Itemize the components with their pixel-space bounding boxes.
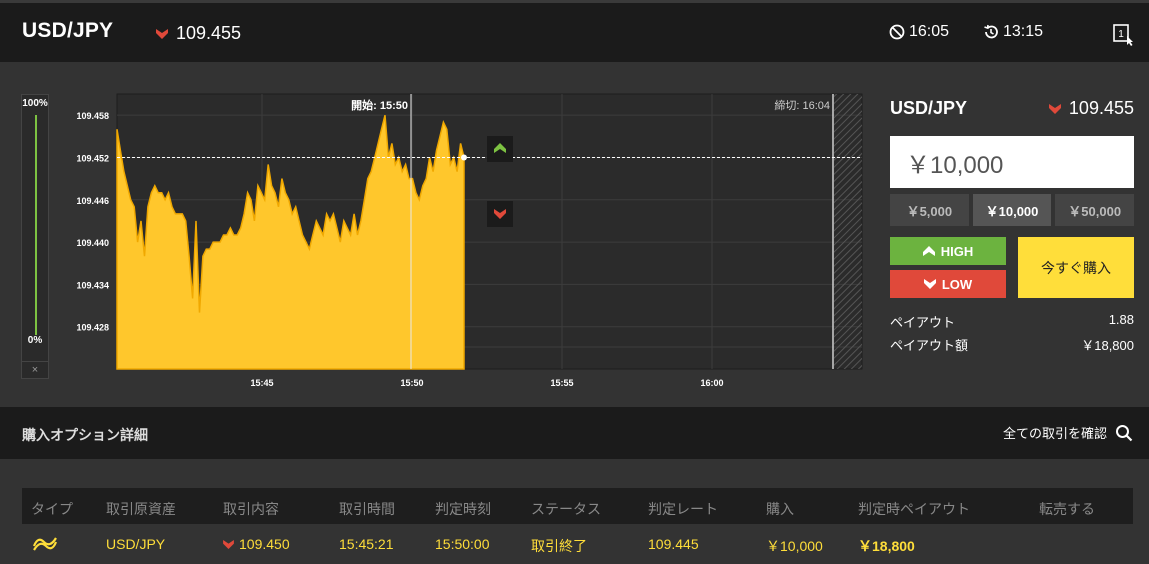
row-trade-value: 109.450 xyxy=(239,536,290,552)
y-tick-label: 109.434 xyxy=(76,280,109,290)
col-type: タイプ xyxy=(31,501,73,517)
preset-10000-button[interactable]: ￥10,000 xyxy=(972,194,1052,226)
col-trade-time: 取引時間 xyxy=(339,501,395,517)
down-triangle-icon xyxy=(223,539,234,549)
close-timer: 16:05 xyxy=(889,23,949,41)
top-bar: USD/JPY 109.455 16:05 13:15 1 xyxy=(0,0,1149,62)
level-line xyxy=(35,115,37,335)
svg-text:1: 1 xyxy=(1118,29,1124,40)
table-header: タイプ 取引原資産 取引内容 取引時間 判定時刻 ステータス 判定レート 購入 … xyxy=(22,488,1133,524)
down-triangle-icon xyxy=(1048,103,1061,114)
col-purchase: 購入 xyxy=(766,501,794,517)
preset-50000-button[interactable]: ￥50,000 xyxy=(1055,194,1135,226)
high-label: HIGH xyxy=(940,243,974,259)
trades-table: タイプ 取引原資産 取引内容 取引時間 判定時刻 ステータス 判定レート 購入 … xyxy=(0,459,1149,564)
buy-now-button[interactable]: 今すぐ購入 xyxy=(1018,237,1134,298)
y-tick-label: 109.452 xyxy=(76,153,109,163)
x-tick-label: 15:55 xyxy=(550,378,573,388)
view-all-label: 全ての取引を確認 xyxy=(1002,426,1107,441)
table-row: USD/JPY 109.450 15:45:21 15:50:00 取引終了 1… xyxy=(22,524,1133,564)
col-judge-time: 判定時刻 xyxy=(435,501,491,517)
price-chart-svg: 109.458 109.452 109.446 109.440 109.434 109.4… xyxy=(76,93,863,388)
price-chart: 109.458 109.452 109.446 109.440 109.434 109.4… xyxy=(60,92,865,392)
payout-value: 1.88 xyxy=(1108,312,1134,327)
payout-amount-label: ペイアウト額 xyxy=(890,338,969,353)
end-label: 締切: 16:04 xyxy=(774,98,830,112)
row-trade: 109.450 xyxy=(223,536,290,552)
col-judge-rate: 判定レート xyxy=(648,501,718,517)
x-tick-label: 16:00 xyxy=(700,378,723,388)
payout-label: ペイアウト xyxy=(890,315,956,330)
col-resell: 転売する xyxy=(1039,501,1095,517)
y-tick-label: 109.458 xyxy=(76,111,109,121)
order-price-value: 109.455 xyxy=(1068,98,1134,118)
search-icon xyxy=(1116,424,1133,441)
amount-presets: ￥5,000 ￥10,000 ￥50,000 xyxy=(890,194,1135,226)
view-all-trades-link[interactable]: 全ての取引を確認 xyxy=(1003,423,1133,442)
payout-amount-row: ペイアウト額 ￥18,800 xyxy=(890,335,1134,354)
details-bar: 購入オプション詳細 全ての取引を確認 xyxy=(0,407,1149,459)
one-click-icon[interactable]: 1 xyxy=(1112,23,1136,47)
row-judge-rate: 109.445 xyxy=(648,536,699,552)
y-tick-label: 109.440 xyxy=(76,238,109,248)
header-price-value: 109.455 xyxy=(176,23,242,43)
col-payout: 判定時ペイアウト xyxy=(858,501,970,517)
col-asset: 取引原資産 xyxy=(106,501,176,517)
no-entry-clock-icon xyxy=(889,24,905,40)
header-pair: USD/JPY xyxy=(22,19,114,42)
current-rate-dot xyxy=(461,154,467,161)
down-triangle-icon xyxy=(923,279,936,289)
y-tick-label: 109.428 xyxy=(76,323,109,333)
preset-5000-button[interactable]: ￥5,000 xyxy=(890,194,969,226)
row-payout: ￥18,800 xyxy=(858,538,915,554)
col-status: ステータス xyxy=(531,501,601,517)
amount-input[interactable] xyxy=(890,136,1134,188)
low-button[interactable]: LOW xyxy=(890,270,1006,298)
details-title: 購入オプション詳細 xyxy=(22,427,148,443)
y-tick-label: 109.446 xyxy=(76,196,109,206)
main-area: 100% 0% × 109.458 109.452 109.446 109.440 10… xyxy=(0,62,1149,407)
start-label: 開始: 15:50 xyxy=(351,98,408,112)
level-close-button[interactable]: × xyxy=(22,361,48,376)
history-clock-icon xyxy=(984,24,998,39)
row-status: 取引終了 xyxy=(531,538,587,554)
hi-low-type-icon xyxy=(32,537,58,551)
order-price: 109.455 xyxy=(1048,98,1134,119)
row-trade-time: 15:45:21 xyxy=(339,536,394,552)
level-bottom-label: 0% xyxy=(27,335,43,346)
high-button[interactable]: HIGH xyxy=(890,237,1006,265)
down-triangle-icon xyxy=(156,28,168,39)
up-triangle-icon xyxy=(922,246,935,256)
header-price: 109.455 xyxy=(156,23,241,44)
low-label: LOW xyxy=(941,276,973,292)
close-timer-value: 16:05 xyxy=(909,23,950,40)
level-bar: 100% 0% × xyxy=(21,94,49,379)
payout-amount-value: ￥18,800 xyxy=(1081,338,1134,353)
level-top-label: 100% xyxy=(22,98,48,109)
x-tick-label: 15:45 xyxy=(250,378,273,388)
expiry-hatched-zone xyxy=(834,94,862,369)
payout-row: ペイアウト 1.88 xyxy=(890,312,1134,331)
row-purchase: ￥10,000 xyxy=(766,538,823,554)
row-judge-time: 15:50:00 xyxy=(435,536,490,552)
row-asset: USD/JPY xyxy=(106,536,166,552)
x-tick-label: 15:50 xyxy=(400,378,423,388)
history-timer: 13:15 xyxy=(983,23,1043,41)
col-trade: 取引内容 xyxy=(223,501,279,517)
order-pair: USD/JPY xyxy=(890,98,968,118)
history-timer-value: 13:15 xyxy=(1003,23,1044,40)
